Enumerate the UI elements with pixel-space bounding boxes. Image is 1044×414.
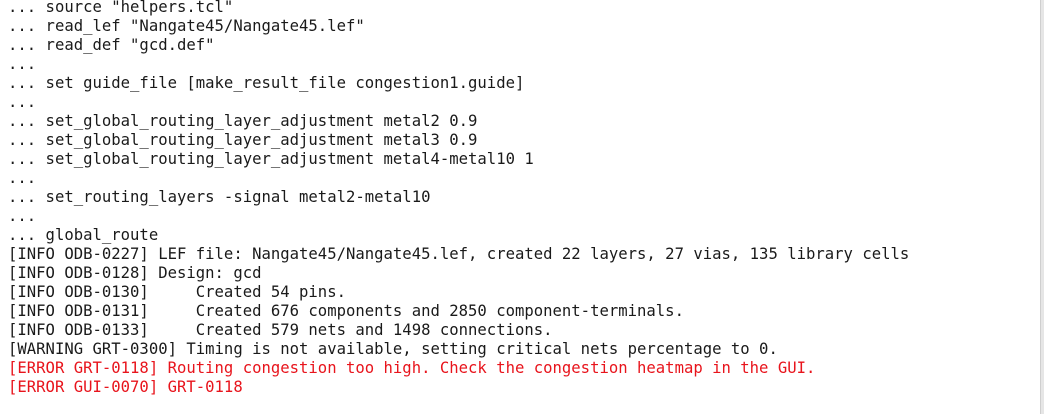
console-line: ... — [8, 207, 37, 225]
console-line: ... read_lef "Nangate45/Nangate45.lef" — [8, 17, 365, 35]
console-line: ... global_route — [8, 226, 159, 244]
console-line: ... — [8, 93, 37, 111]
console-line: ... read_def "gcd.def" — [8, 36, 215, 54]
console-line: ... set_global_routing_layer_adjustment … — [8, 112, 478, 130]
console-line: ... source "helpers.tcl" — [8, 0, 234, 16]
info-message-line: [INFO ODB-0133] Created 579 nets and 149… — [8, 321, 553, 339]
info-message-line: [INFO ODB-0227] LEF file: Nangate45/Nang… — [8, 245, 910, 263]
info-message-line: [INFO ODB-0130] Created 54 pins. — [8, 283, 346, 301]
error-message-line: [ERROR GUI-0070] GRT-0118 — [8, 378, 243, 396]
scrollbar[interactable] — [1040, 0, 1044, 414]
info-message-line: [INFO ODB-0128] Design: gcd — [8, 264, 262, 282]
console-line: ... set_global_routing_layer_adjustment … — [8, 131, 478, 149]
console-line: ... set_routing_layers -signal metal2-me… — [8, 188, 431, 206]
info-message-line: [INFO ODB-0131] Created 676 components a… — [8, 302, 684, 320]
console-line: ... — [8, 55, 37, 73]
console-line: ... — [8, 169, 37, 187]
console-line: ... set guide_file [make_result_file con… — [8, 74, 525, 92]
console-line: ... set_global_routing_layer_adjustment … — [8, 150, 534, 168]
terminal-output[interactable]: ... source "helpers.tcl" ... read_lef "N… — [0, 0, 1040, 414]
error-message-line: [ERROR GRT-0118] Routing congestion too … — [8, 359, 816, 377]
warning-message-line: [WARNING GRT-0300] Timing is not availab… — [8, 340, 778, 358]
